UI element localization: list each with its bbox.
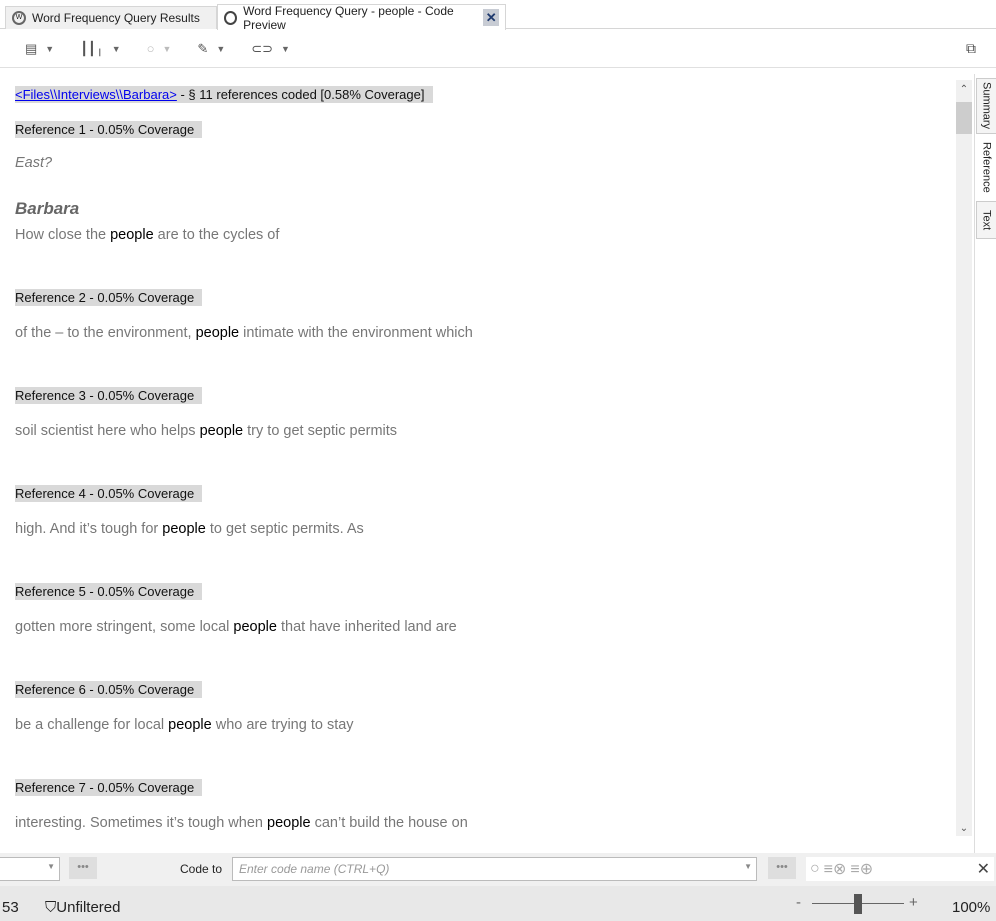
- node-select[interactable]: ▼: [0, 857, 60, 881]
- placeholder: Enter code name (CTRL+Q): [239, 862, 390, 876]
- reference-text: How close the people are to the cycles o…: [15, 227, 280, 243]
- keyword: people: [168, 717, 212, 733]
- keyword: people: [110, 227, 154, 243]
- circle-icon: [224, 10, 238, 25]
- toolbar: ▤ ▼ ┃┃╷ ▼ ○ ▼ ✎ ▼ ⊂⊃ ▼: [0, 30, 996, 68]
- chart-button[interactable]: ┃┃╷ ▼: [80, 41, 120, 57]
- filter-status[interactable]: ⛉Unfiltered: [45, 899, 120, 916]
- chevron-down-icon: ▼: [111, 43, 121, 54]
- tab-label: Word Frequency Query - people - Code Pre…: [243, 3, 454, 32]
- query-icon: W: [12, 11, 26, 25]
- vertical-scrollbar[interactable]: ⌃ ⌄: [956, 80, 972, 836]
- reference-label: Reference 4 - 0.05% Coverage: [15, 485, 203, 502]
- reference-label: Reference 1 - 0.05% Coverage: [15, 121, 203, 138]
- code-actions: ○ ≡⊗ ≡⊕ ✕: [806, 857, 994, 881]
- reference-label: Reference 2 - 0.05% Coverage: [15, 289, 203, 306]
- highlight-button[interactable]: ✎ ▼: [197, 41, 225, 57]
- chart-icon: ┃┃╷: [80, 40, 104, 56]
- annotation-button[interactable]: ▤ ▼: [25, 41, 54, 57]
- status-bar: 53 ⛉Unfiltered - + 100%: [0, 886, 996, 921]
- question-text: East?: [15, 155, 53, 171]
- reference-label: Reference 3 - 0.05% Coverage: [15, 387, 203, 404]
- zoom-slider[interactable]: [812, 894, 904, 914]
- source-header: <Files\\Interviews\\Barbara> - § 11 refe…: [15, 86, 433, 103]
- zoom-slider-thumb[interactable]: [854, 894, 862, 914]
- restore-window-icon[interactable]: ⧉: [966, 40, 976, 57]
- keyword: people: [162, 521, 206, 537]
- keyword: people: [267, 815, 311, 831]
- chevron-down-icon: ▼: [744, 862, 752, 871]
- scroll-up-icon[interactable]: ⌃: [956, 84, 972, 95]
- more-button[interactable]: •••: [768, 857, 796, 879]
- reference-text: gotten more stringent, some local people…: [15, 619, 457, 635]
- zoom-level: 100%: [952, 899, 991, 916]
- reference-label: Reference 6 - 0.05% Coverage: [15, 681, 203, 698]
- scroll-thumb[interactable]: [956, 102, 972, 134]
- reference-label: Reference 5 - 0.05% Coverage: [15, 583, 203, 600]
- close-tab-button[interactable]: ✕: [483, 9, 500, 26]
- chevron-down-icon: ▼: [47, 862, 55, 871]
- chevron-down-icon: ▼: [281, 43, 290, 54]
- speaker-name: Barbara: [15, 199, 80, 218]
- source-link[interactable]: <Files\\Interviews\\Barbara>: [15, 87, 177, 102]
- close-icon[interactable]: ✕: [977, 859, 990, 879]
- chevron-down-icon: ▼: [45, 43, 55, 54]
- item-count: 53: [2, 899, 19, 916]
- reference-text: of the – to the environment, people inti…: [15, 325, 473, 341]
- chevron-down-icon: ▼: [162, 43, 172, 54]
- annotation-icon: ▤: [25, 40, 38, 56]
- side-tab-text[interactable]: Text: [976, 201, 996, 239]
- coding-bar: ▼ ••• Code to Enter code name (CTRL+Q) ▼ …: [0, 853, 996, 886]
- tab-code-preview[interactable]: Word Frequency Query - people - Code Pre…: [217, 3, 506, 32]
- zoom-out-button[interactable]: -: [796, 894, 801, 911]
- tab-word-frequency-results[interactable]: W Word Frequency Query Results: [5, 6, 217, 29]
- code-name-input[interactable]: Enter code name (CTRL+Q) ▼: [232, 857, 757, 881]
- reference-text: soil scientist here who helps people try…: [15, 423, 398, 439]
- reference-label: Reference 7 - 0.05% Coverage: [15, 779, 203, 796]
- circle-icon: ○: [146, 41, 155, 56]
- new-code-icon[interactable]: ≡⊕: [850, 859, 873, 879]
- side-tabs: Summary Reference Text: [974, 74, 996, 854]
- keyword: people: [199, 423, 244, 439]
- link-button[interactable]: ⊂⊃ ▼: [251, 41, 290, 57]
- side-tab-summary[interactable]: Summary: [976, 78, 996, 134]
- reference-text: be a challenge for local people who are …: [15, 717, 354, 733]
- side-tab-reference[interactable]: Reference: [976, 136, 996, 198]
- coverage-summary: - § 11 references coded [0.58% Coverage]: [176, 87, 425, 102]
- scroll-down-icon[interactable]: ⌄: [956, 823, 972, 834]
- more-button[interactable]: •••: [69, 857, 97, 879]
- link-icon: ⊂⊃: [251, 40, 274, 56]
- code-button[interactable]: ○ ▼: [147, 41, 172, 56]
- tab-bar: W Word Frequency Query Results Word Freq…: [0, 0, 996, 32]
- reference-text: high. And it’s tough for people to get s…: [15, 521, 364, 537]
- code-to-label: Code to: [180, 862, 223, 876]
- zoom-in-button[interactable]: +: [909, 894, 918, 911]
- keyword: people: [233, 619, 277, 635]
- keyword: people: [195, 325, 240, 341]
- code-icon[interactable]: ○: [810, 860, 820, 878]
- code-preview-content: <Files\\Interviews\\Barbara> - § 11 refe…: [0, 69, 956, 853]
- filter-icon: ⛉: [45, 899, 57, 916]
- uncode-icon[interactable]: ≡⊗: [824, 859, 847, 879]
- tab-label: Word Frequency Query Results: [32, 11, 200, 25]
- reference-text: interesting. Sometimes it’s tough when p…: [15, 815, 468, 831]
- highlight-icon: ✎: [197, 40, 209, 56]
- chevron-down-icon: ▼: [216, 43, 226, 54]
